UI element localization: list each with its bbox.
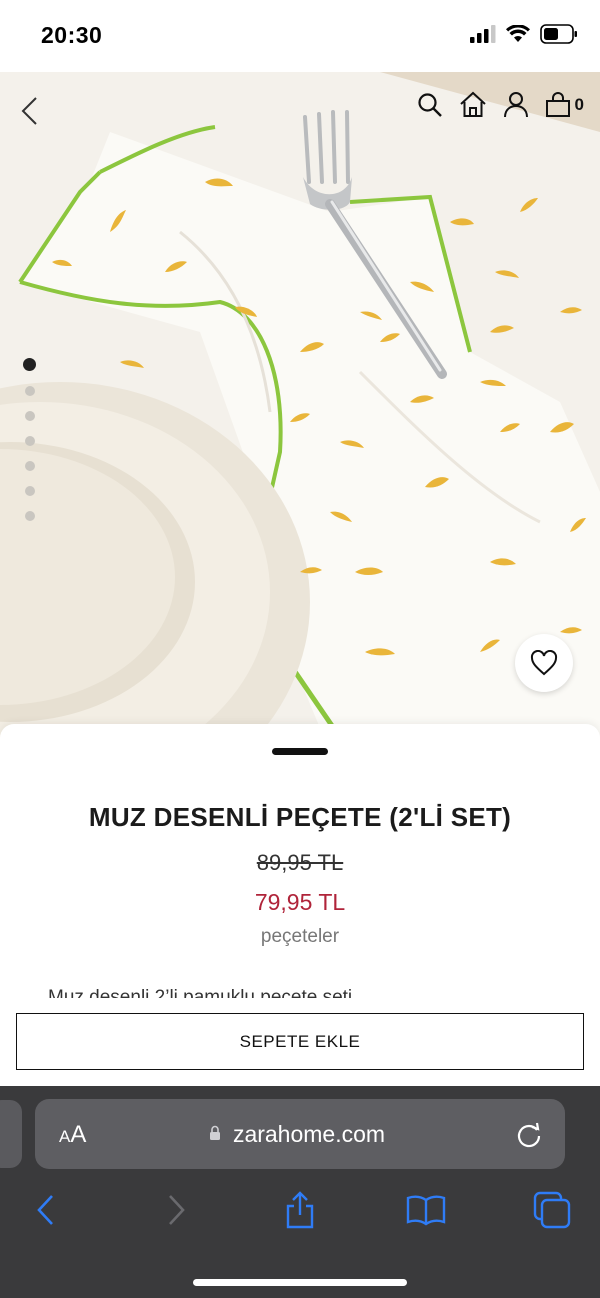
share-button[interactable]: [280, 1190, 320, 1230]
bookmarks-icon: [406, 1195, 446, 1226]
reload-icon[interactable]: [515, 1119, 543, 1149]
heart-icon: [530, 650, 558, 676]
description-clip: Muz desenli 2’li pamuklu peçete seti: [48, 986, 568, 998]
gallery-pagination[interactable]: [23, 358, 36, 521]
gallery-dot-3[interactable]: [24, 411, 35, 421]
cart-button[interactable]: 0: [545, 90, 584, 120]
gallery-dot-6[interactable]: [24, 486, 35, 496]
chevron-right-icon: [169, 1195, 185, 1225]
browser-back-button[interactable]: [26, 1190, 66, 1230]
account-button[interactable]: [502, 90, 530, 120]
status-bar: 20:30: [0, 0, 600, 72]
previous-tab-preview[interactable]: [0, 1100, 22, 1168]
tabs-icon: [533, 1191, 571, 1229]
home-icon: [459, 91, 486, 117]
status-time: 20:30: [41, 22, 103, 48]
account-icon: [503, 92, 528, 118]
search-button[interactable]: [416, 90, 444, 120]
sale-price: 79,95 TL: [254, 889, 346, 915]
product-image-gallery[interactable]: [0, 72, 600, 752]
product-category: peçeteler: [260, 926, 340, 947]
wifi-icon: [506, 25, 530, 42]
browser-toolbar: [0, 1186, 600, 1236]
address-bar[interactable]: AA zarahome.com: [35, 1099, 565, 1169]
home-indicator[interactable]: [193, 1279, 407, 1286]
product-description: Muz desenli 2’li pamuklu peçete seti: [48, 987, 353, 998]
product-title: MUZ DESENLİ PEÇETE (2'Lİ SET): [88, 802, 512, 832]
bag-icon: [545, 92, 570, 117]
signal-icon: [470, 25, 496, 43]
top-navigation: 0: [416, 90, 584, 120]
home-button[interactable]: [459, 90, 487, 120]
cart-count: 0: [574, 95, 584, 114]
url-text: zarahome.com: [232, 1121, 386, 1147]
battery-icon: [540, 24, 577, 44]
sheet-drag-handle[interactable]: [272, 748, 328, 755]
back-icon: [21, 97, 37, 125]
tabs-button[interactable]: [532, 1190, 572, 1230]
gallery-dot-2[interactable]: [24, 386, 35, 396]
share-icon: [286, 1191, 314, 1229]
chevron-left-icon: [37, 1195, 53, 1225]
gallery-dot-1[interactable]: [23, 358, 36, 371]
gallery-dot-5[interactable]: [24, 461, 35, 471]
browser-chrome: AA zarahome.com: [0, 1086, 600, 1298]
status-icons: [470, 24, 578, 44]
original-price: 89,95 TL: [256, 850, 344, 875]
back-button[interactable]: [18, 96, 44, 126]
product-photo: [0, 72, 600, 752]
gallery-dot-7[interactable]: [24, 511, 35, 521]
search-icon: [417, 93, 442, 117]
gallery-dot-4[interactable]: [24, 436, 35, 446]
add-to-cart-button[interactable]: SEPETE EKLE: [16, 1013, 584, 1070]
browser-forward-button[interactable]: [156, 1190, 196, 1230]
favorite-button[interactable]: [515, 634, 573, 692]
product-info-sheet: MUZ DESENLİ PEÇETE (2'Lİ SET) 89,95 TL 7…: [0, 724, 600, 1086]
bookmarks-button[interactable]: [406, 1190, 446, 1230]
